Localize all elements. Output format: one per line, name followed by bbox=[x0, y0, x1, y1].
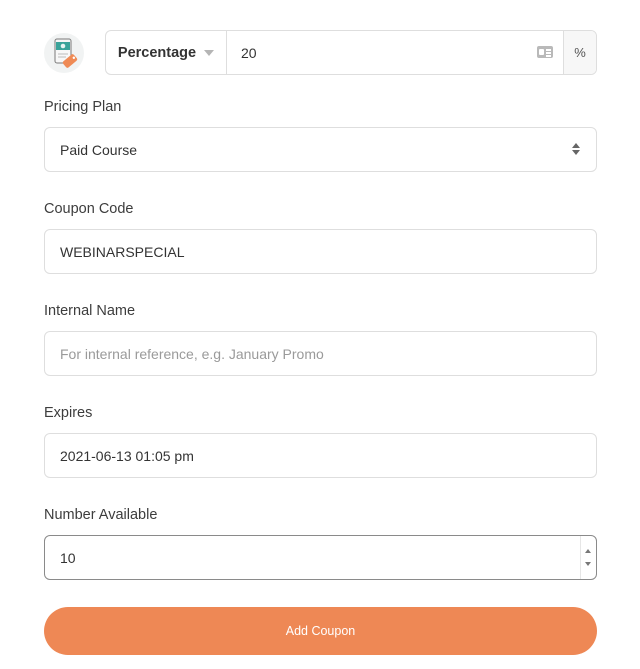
coupon-code-value: WEBINARSPECIAL bbox=[60, 243, 185, 260]
number-available-field: Number Available 10 bbox=[44, 507, 597, 580]
coupon-tag-icon bbox=[44, 32, 84, 73]
discount-row: Percentage 20 % bbox=[44, 30, 597, 75]
spin-up-icon[interactable] bbox=[585, 549, 591, 553]
expires-label: Expires bbox=[44, 405, 93, 421]
internal-name-label: Internal Name bbox=[44, 303, 136, 319]
discount-type-label: Percentage bbox=[117, 44, 197, 61]
number-available-value: 10 bbox=[60, 549, 76, 566]
number-available-input[interactable]: 10 bbox=[44, 535, 597, 580]
number-available-label: Number Available bbox=[44, 507, 158, 523]
coupon-code-input[interactable]: WEBINARSPECIAL bbox=[44, 229, 597, 274]
caret-down-icon bbox=[204, 49, 215, 56]
discount-input-group: Percentage 20 % bbox=[105, 30, 597, 75]
pricing-plan-value: Paid Course bbox=[60, 141, 138, 158]
coupon-code-field: Coupon Code WEBINARSPECIAL bbox=[44, 201, 597, 274]
select-arrows-icon bbox=[572, 143, 580, 155]
id-card-icon[interactable] bbox=[537, 46, 553, 58]
add-coupon-button[interactable]: Add Coupon bbox=[44, 607, 597, 655]
percent-addon: % bbox=[563, 31, 596, 74]
pricing-plan-field: Pricing Plan Paid Course bbox=[44, 99, 597, 172]
coupon-code-label: Coupon Code bbox=[44, 201, 134, 217]
pricing-plan-label: Pricing Plan bbox=[44, 99, 122, 115]
number-spinner[interactable] bbox=[580, 536, 596, 579]
discount-type-select[interactable]: Percentage bbox=[106, 31, 227, 74]
internal-name-placeholder: For internal reference, e.g. January Pro… bbox=[60, 345, 324, 362]
expires-value: 2021-06-13 01:05 pm bbox=[60, 447, 194, 464]
discount-amount-input[interactable]: 20 bbox=[227, 31, 563, 74]
expires-input[interactable]: 2021-06-13 01:05 pm bbox=[44, 433, 597, 478]
pricing-plan-select[interactable]: Paid Course bbox=[44, 127, 597, 172]
spin-down-icon[interactable] bbox=[585, 562, 591, 566]
internal-name-input[interactable]: For internal reference, e.g. January Pro… bbox=[44, 331, 597, 376]
internal-name-field: Internal Name For internal reference, e.… bbox=[44, 303, 597, 376]
expires-field: Expires 2021-06-13 01:05 pm bbox=[44, 405, 597, 478]
discount-amount-value: 20 bbox=[241, 44, 257, 61]
